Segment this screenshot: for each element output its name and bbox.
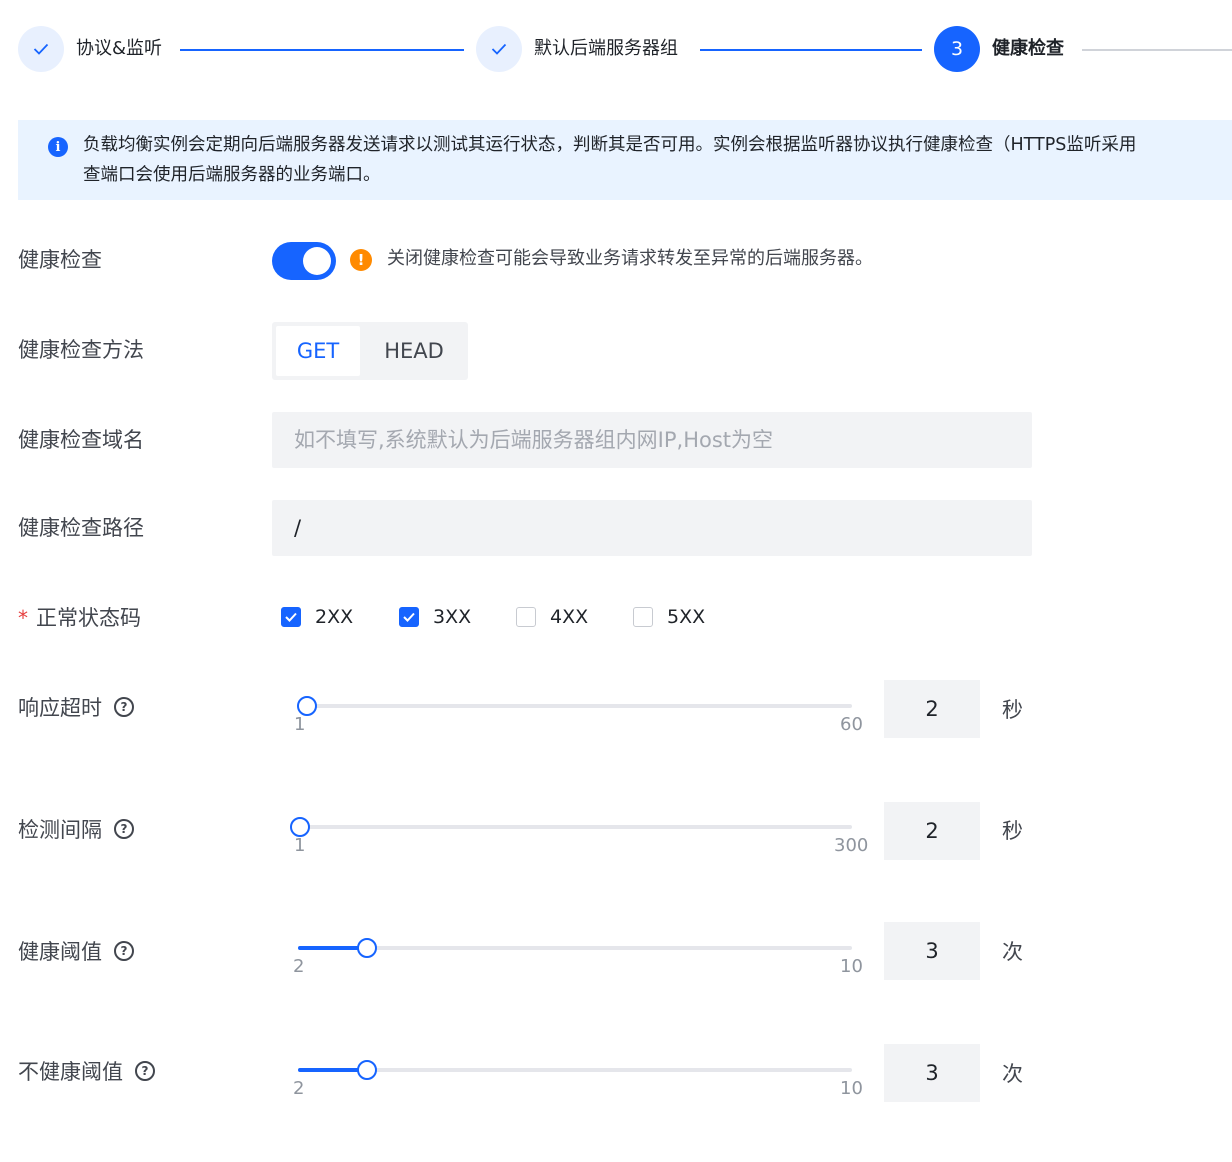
healthy-threshold-max: 10 (840, 956, 863, 977)
slider-handle[interactable] (357, 938, 378, 958)
interval-unit: 秒 (1002, 819, 1023, 843)
status-2xx-label: 2XX (315, 606, 354, 628)
step-1-done-check-icon (18, 26, 64, 72)
interval-min: 1 (294, 835, 306, 856)
timeout-max: 60 (840, 714, 863, 735)
required-mark: * (18, 606, 28, 630)
status-5xx-option[interactable]: 5XX (633, 606, 705, 628)
timeout-number-input[interactable]: 2 (884, 680, 980, 738)
banner-text-line-2: 查端口会使用后端服务器的业务端口。 (83, 165, 381, 185)
toggle-knob (303, 247, 331, 275)
slider-handle[interactable] (289, 817, 310, 837)
health-check-warning: 关闭健康检查可能会导致业务请求转发至异常的后端服务器。 (387, 248, 873, 269)
check-icon (285, 612, 297, 622)
path-input[interactable] (272, 500, 1032, 556)
healthy-threshold-label: 健康阈值? (18, 938, 134, 966)
timeout-label: 响应超时? (18, 694, 134, 722)
status-3xx-label: 3XX (433, 606, 472, 628)
status-4xx-option[interactable]: 4XX (516, 606, 588, 628)
method-option-head[interactable]: HEAD (364, 326, 464, 376)
help-icon[interactable]: ? (114, 819, 134, 839)
healthy-threshold-slider[interactable] (298, 938, 852, 958)
check-icon (403, 612, 415, 622)
timeout-min: 1 (294, 714, 306, 735)
unhealthy-threshold-max: 10 (840, 1078, 863, 1099)
status-2xx-option[interactable]: 2XX (281, 606, 353, 628)
unhealthy-threshold-min: 2 (293, 1078, 305, 1099)
help-icon[interactable]: ? (114, 697, 134, 717)
step-connector-1 (180, 49, 464, 51)
health-check-label: 健康检查 (18, 248, 102, 272)
domain-input[interactable] (272, 412, 1032, 468)
unhealthy-threshold-label-text: 不健康阈值 (18, 1060, 123, 1084)
interval-slider[interactable] (289, 817, 852, 837)
interval-number-input[interactable]: 2 (884, 802, 980, 860)
status-code-label-text: 正常状态码 (36, 606, 141, 630)
method-segmented-control: GET HEAD (272, 322, 468, 380)
health-check-toggle[interactable] (272, 242, 336, 280)
timeout-slider[interactable] (297, 696, 852, 716)
banner-text-line-1: 负载均衡实例会定期向后端服务器发送请求以测试其运行状态，判断其是否可用。实例会根… (83, 135, 1137, 155)
interval-max: 300 (834, 835, 869, 856)
help-icon[interactable]: ? (114, 941, 134, 961)
step-3-number: 3 (934, 26, 980, 72)
status-2xx-checkbox[interactable] (281, 607, 301, 627)
unhealthy-threshold-number-input[interactable]: 3 (884, 1044, 980, 1102)
steps-bar: 协议&监听 默认后端服务器组 3 健康检查 (0, 0, 1232, 100)
domain-label: 健康检查域名 (18, 428, 144, 452)
step-3-label: 健康检查 (992, 38, 1064, 59)
unhealthy-threshold-unit: 次 (1002, 1062, 1023, 1086)
step-connector-3 (1082, 49, 1232, 51)
interval-label: 检测间隔? (18, 816, 134, 844)
info-banner: i 负载均衡实例会定期向后端服务器发送请求以测试其运行状态，判断其是否可用。实例… (18, 120, 1232, 200)
slider-handle[interactable] (357, 1060, 378, 1080)
unhealthy-threshold-label: 不健康阈值? (18, 1058, 155, 1086)
slider-handle[interactable] (297, 696, 318, 716)
status-5xx-label: 5XX (667, 606, 706, 628)
method-option-get[interactable]: GET (276, 326, 360, 376)
status-4xx-checkbox[interactable] (516, 607, 536, 627)
method-label: 健康检查方法 (18, 338, 144, 362)
healthy-threshold-number-input[interactable]: 3 (884, 922, 980, 980)
interval-label-text: 检测间隔 (18, 818, 102, 842)
unhealthy-threshold-slider[interactable] (298, 1060, 852, 1080)
path-label: 健康检查路径 (18, 516, 144, 540)
step-2-done-check-icon (476, 26, 522, 72)
info-icon: i (48, 137, 68, 157)
status-3xx-checkbox[interactable] (399, 607, 419, 627)
healthy-threshold-unit: 次 (1002, 940, 1023, 964)
step-2-label: 默认后端服务器组 (534, 38, 678, 59)
timeout-unit: 秒 (1002, 698, 1023, 722)
status-3xx-option[interactable]: 3XX (399, 606, 471, 628)
help-icon[interactable]: ? (135, 1061, 155, 1081)
timeout-label-text: 响应超时 (18, 696, 102, 720)
status-4xx-label: 4XX (550, 606, 589, 628)
step-connector-2 (700, 49, 922, 51)
warning-icon: ! (350, 249, 372, 271)
healthy-threshold-label-text: 健康阈值 (18, 940, 102, 964)
step-1-label: 协议&监听 (76, 38, 163, 59)
status-5xx-checkbox[interactable] (633, 607, 653, 627)
status-code-label: * 正常状态码 (18, 604, 141, 632)
healthy-threshold-min: 2 (293, 956, 305, 977)
